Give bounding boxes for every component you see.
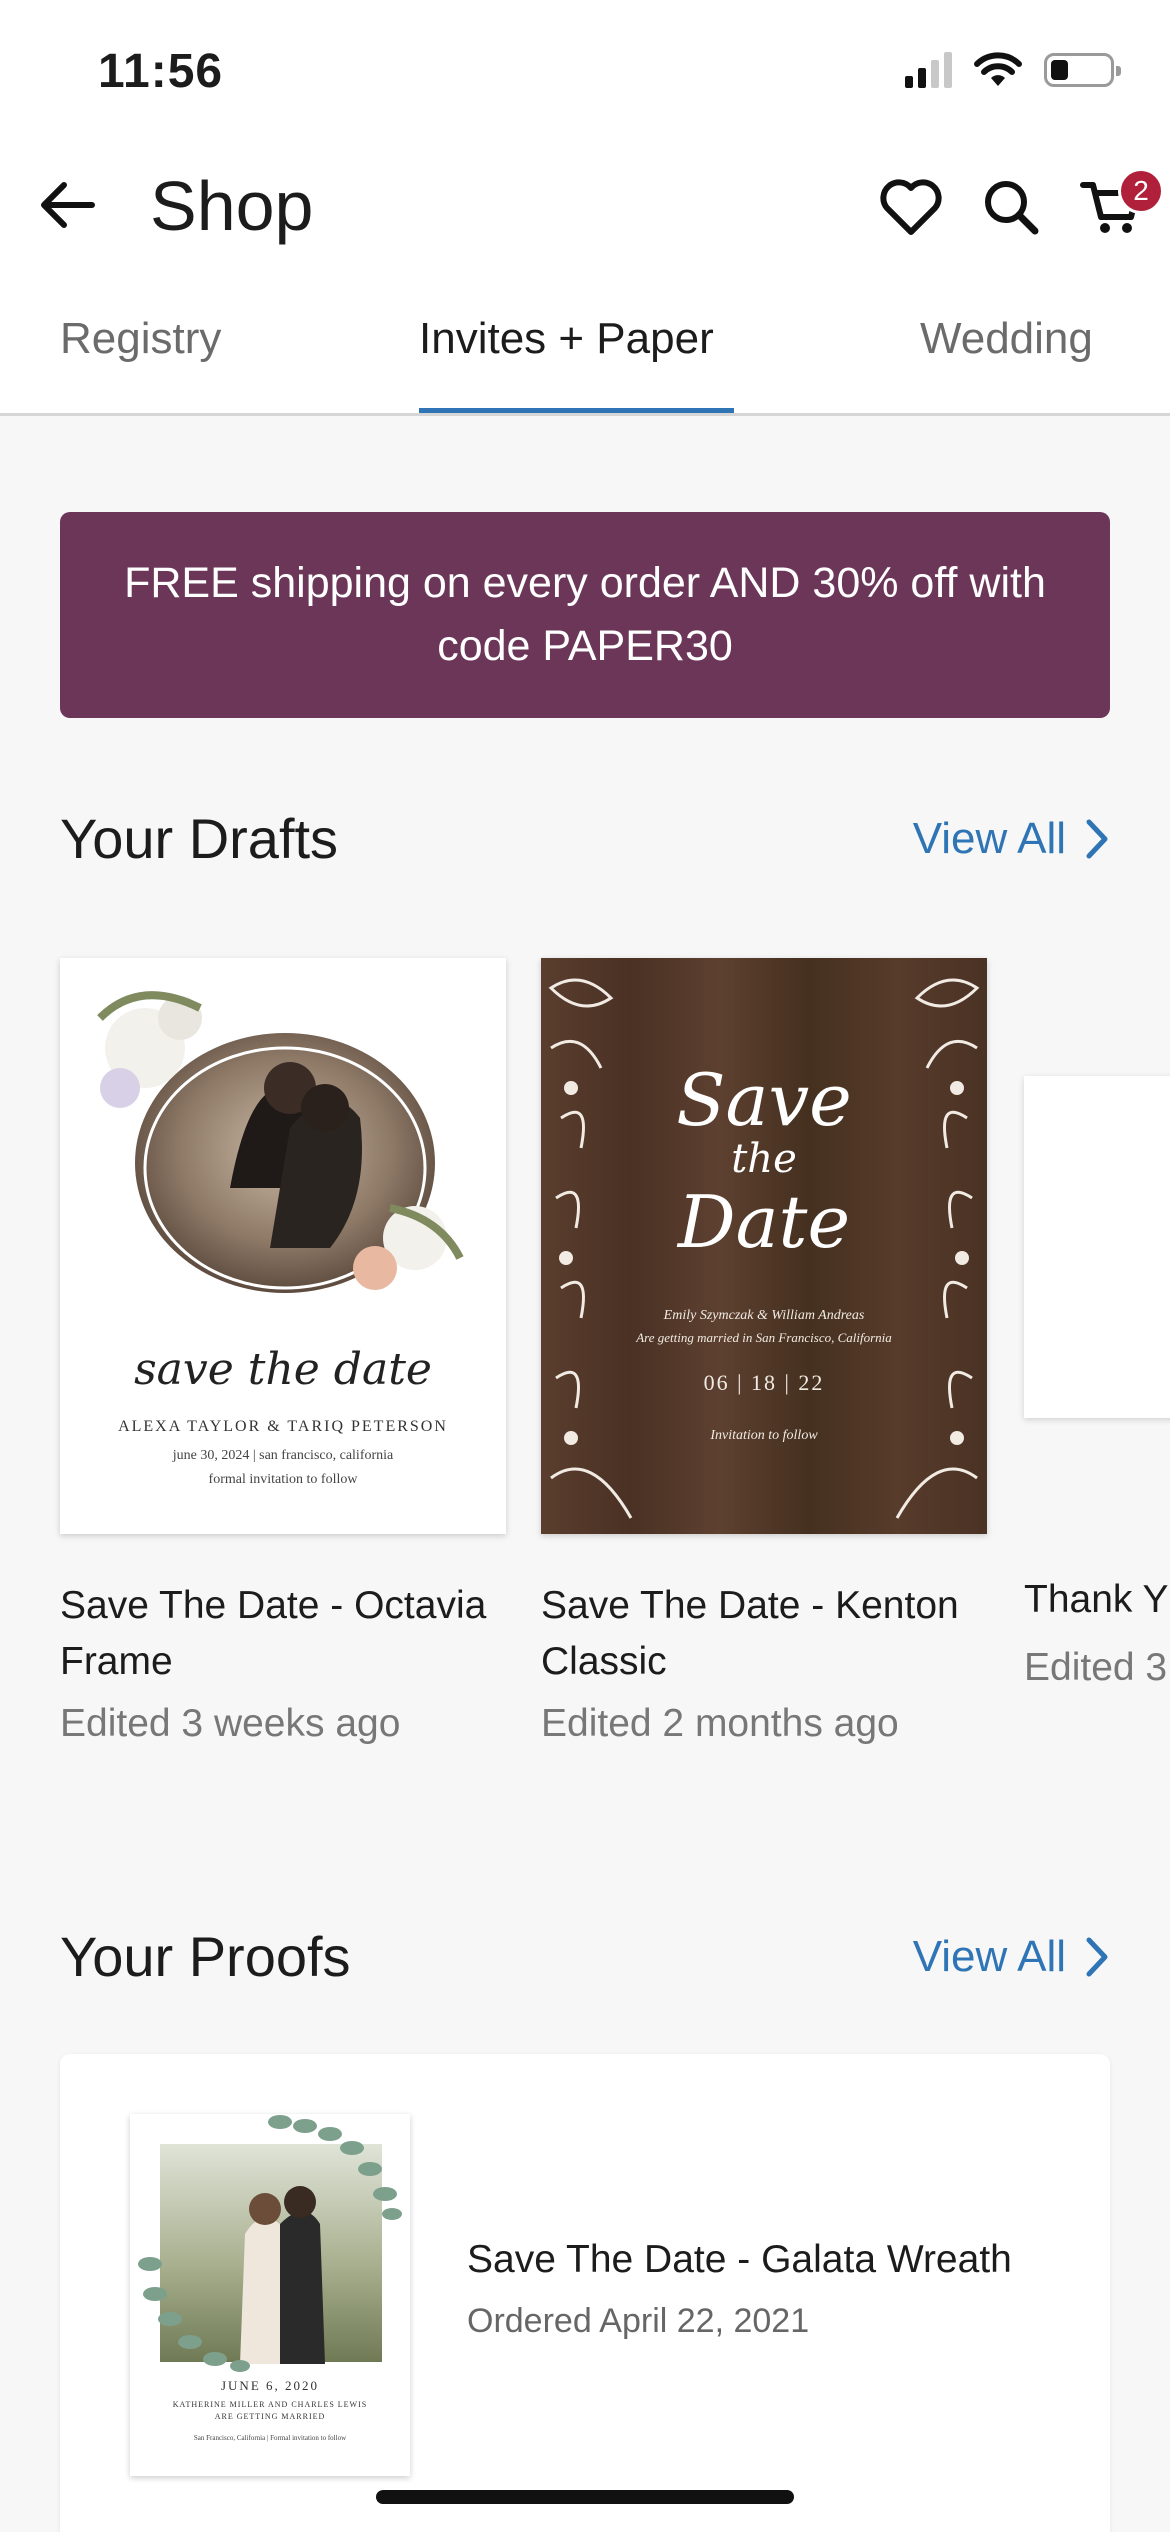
proof-thumbnail: JUNE 6, 2020 KATHERINE MILLER AND CHARLE… xyxy=(130,2114,410,2476)
status-bar: 11:56 xyxy=(0,0,1170,150)
tab-invites-paper[interactable]: Invites + Paper xyxy=(419,314,714,364)
status-icons xyxy=(905,52,1121,88)
proof-card[interactable]: JUNE 6, 2020 KATHERINE MILLER AND CHARLE… xyxy=(60,2054,1110,2532)
card-detail-line: ARE GETTING MARRIED xyxy=(214,2412,326,2421)
card-script-text: save the date xyxy=(134,1344,432,1395)
card-detail-line: formal invitation to follow xyxy=(208,1472,358,1487)
galata-wreath-artwork xyxy=(138,2115,402,2372)
chevron-right-icon xyxy=(1086,1937,1108,1977)
promo-banner[interactable]: FREE shipping on every order AND 30% off… xyxy=(60,512,1110,718)
battery-level xyxy=(1051,60,1068,80)
active-tab-indicator xyxy=(419,408,734,413)
card-script-text: Date xyxy=(677,1180,851,1264)
search-icon xyxy=(985,181,1039,235)
search-button[interactable] xyxy=(972,168,1050,246)
draft-edited-time: Edited 2 months ago xyxy=(541,1702,899,1745)
draft-thumbnail[interactable] xyxy=(1024,1076,1170,1418)
card-names: KATHERINE MILLER AND CHARLES LEWIS xyxy=(172,2400,368,2409)
top-app-bar: Shop 2 xyxy=(0,150,1170,264)
draft-title: Thank Y xyxy=(1024,1578,1169,1621)
cart-count-badge: 2 xyxy=(1118,168,1164,214)
draft-title: Save The Date - Kenton Classic xyxy=(541,1584,959,1683)
card-date: JUNE 6, 2020 xyxy=(220,2378,320,2393)
chevron-right-icon xyxy=(1086,819,1108,859)
back-button[interactable] xyxy=(32,170,102,240)
proof-order-date: Ordered April 22, 2021 xyxy=(467,2302,810,2340)
draft-edited-time: Edited 3 xyxy=(1024,1646,1168,1689)
home-indicator[interactable] xyxy=(376,2490,794,2504)
tab-wedding[interactable]: Wedding xyxy=(920,314,1093,364)
category-tabs: Registry Invites + Paper Wedding xyxy=(0,264,1170,416)
draft-card[interactable]: Save the Date Emily Szymczak & William A… xyxy=(541,958,987,1746)
card-names: Emily Szymczak & William Andreas xyxy=(663,1308,865,1323)
favorites-button[interactable] xyxy=(872,168,950,246)
tab-registry[interactable]: Registry xyxy=(60,314,221,364)
shop-screen: 11:56 Shop 2 Registry Invites + Paper We… xyxy=(0,0,1170,2532)
drafts-section-title: Your Drafts xyxy=(60,807,339,870)
card-script-text: the xyxy=(731,1136,797,1182)
battery-icon xyxy=(1044,53,1121,87)
card-detail-line: Invitation to follow xyxy=(710,1428,818,1443)
header-actions: 2 xyxy=(872,168,1164,246)
wifi-icon xyxy=(974,52,1022,86)
signal-icon xyxy=(905,52,952,88)
card-date: 06 | 18 | 22 xyxy=(703,1370,825,1395)
drafts-view-all-link[interactable]: View All xyxy=(913,814,1110,864)
arrow-left-icon xyxy=(41,182,95,228)
card-names: ALEXA TAYLOR & TARIQ PETERSON xyxy=(118,1418,448,1435)
heart-icon xyxy=(880,179,942,235)
draft-thumbnail: Save the Date Emily Szymczak & William A… xyxy=(541,958,987,1534)
draft-edited-time: Edited 3 weeks ago xyxy=(60,1702,401,1745)
proofs-view-all-link[interactable]: View All xyxy=(913,1932,1110,1982)
card-detail-line: june 30, 2024 | san francisco, californi… xyxy=(172,1448,394,1463)
card-detail-line: Are getting married in San Francisco, Ca… xyxy=(636,1330,892,1345)
view-all-label: View All xyxy=(912,814,1066,863)
cart-button[interactable]: 2 xyxy=(1072,168,1164,246)
page-title: Shop xyxy=(150,167,314,245)
proof-title: Save The Date - Galata Wreath xyxy=(467,2238,1012,2281)
card-detail-line: San Francisco, California | Formal invit… xyxy=(193,2434,347,2442)
draft-card[interactable]: save the date ALEXA TAYLOR & TARIQ PETER… xyxy=(60,958,506,1746)
status-time: 11:56 xyxy=(98,45,224,98)
draft-thumbnail: save the date ALEXA TAYLOR & TARIQ PETER… xyxy=(60,958,506,1534)
view-all-label: View All xyxy=(912,1932,1066,1981)
draft-title: Save The Date - Octavia Frame xyxy=(60,1584,487,1683)
promo-text: FREE shipping on every order AND 30% off… xyxy=(124,559,1046,670)
card-script-text: Save xyxy=(676,1058,852,1142)
proofs-section-title: Your Proofs xyxy=(60,1925,351,1988)
